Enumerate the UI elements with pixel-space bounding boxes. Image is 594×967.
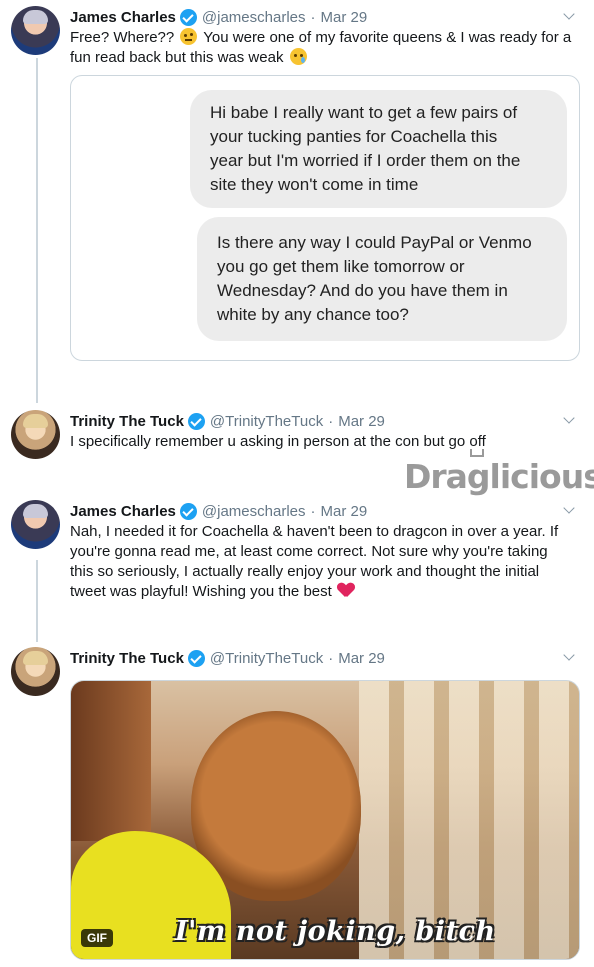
face-with-raised-eyebrow-emoji [180,28,198,45]
separator: · [310,8,316,26]
quoted-screenshot[interactable]: Hi babe I really want to get a few pairs… [70,75,580,361]
gif-badge: GIF [81,929,113,947]
author-handle[interactable]: @TrinityTheTuck [210,413,323,430]
tweet-4[interactable]: Trinity The Tuck @TrinityTheTuck · Mar 2… [0,647,594,696]
message-bubble-1: Hi babe I really want to get a few pairs… [190,90,567,208]
gif-person-left [71,681,151,841]
tweet-text: I specifically remember u asking in pers… [70,433,486,450]
tweet-text: Free? Where?? You were one of my favorit… [70,28,580,68]
tweet-header: James Charles @jamescharles · Mar 29 [70,6,367,28]
avatar-james-charles[interactable] [11,500,60,549]
gif-media[interactable]: GIF I'm not joking, bitch [70,680,580,960]
separator: · [310,502,316,520]
crown-icon [470,449,484,457]
avatar-james-charles[interactable] [11,6,60,55]
author-handle[interactable]: @TrinityTheTuck [210,650,323,667]
chevron-down-icon[interactable] [562,8,578,24]
watermark-logo: Draglicious [404,449,594,496]
red-heart-emoji [338,583,354,598]
message-bubble-2: Is there any way I could PayPal or Venmo… [197,217,567,341]
author-name[interactable]: James Charles [70,9,176,26]
message-line: site they won't come in time [210,175,419,194]
crying-face-emoji [289,48,307,65]
verified-badge-icon [179,8,197,26]
avatar-trinity-the-tuck[interactable] [11,647,60,696]
tweet-text-line: tweet was playful! Wishing you the best [70,583,336,600]
chevron-down-icon[interactable] [562,412,578,428]
verified-badge-icon [179,502,197,520]
gif-caption: I'm not joking, bitch [175,916,496,947]
chevron-down-icon[interactable] [562,502,578,518]
tweet-date[interactable]: Mar 29 [338,413,385,430]
tweet-date[interactable]: Mar 29 [321,503,368,520]
message-line: Is there any way I could PayPal or Venmo [217,233,532,252]
message-line: Wednesday? And do you have them in [217,281,508,300]
tweet-header: Trinity The Tuck @TrinityTheTuck · Mar 2… [70,410,385,432]
tweet-text-line: Nah, I needed it for Coachella & haven't… [70,523,559,540]
tweet-text-part: Free? Where?? [70,29,179,46]
author-name[interactable]: James Charles [70,503,176,520]
message-line: white by any chance too? [217,305,409,324]
author-handle[interactable]: @jamescharles [202,9,306,26]
verified-badge-icon [187,649,205,667]
message-line: year but I'm worried if I order them on … [210,151,521,170]
separator: · [328,649,334,667]
verified-badge-icon [187,412,205,430]
tweet-text-line: you're gonna read me, at least come corr… [70,543,548,560]
separator: · [328,412,334,430]
author-name[interactable]: Trinity The Tuck [70,650,184,667]
message-line: you go get them like tomorrow or [217,257,465,276]
tweet-3[interactable]: James Charles @jamescharles · Mar 29 Nah… [0,500,594,610]
author-handle[interactable]: @jamescharles [202,503,306,520]
author-name[interactable]: Trinity The Tuck [70,413,184,430]
tweet-header: Trinity The Tuck @TrinityTheTuck · Mar 2… [70,647,385,669]
tweet-text-line: this so seriously, I actually really enj… [70,563,540,580]
tweet-date[interactable]: Mar 29 [338,650,385,667]
tweet-text-part: You were one of my favorite queens & I w… [199,29,572,46]
tweet-text: Nah, I needed it for Coachella & haven't… [70,522,580,602]
tweet-date[interactable]: Mar 29 [321,9,368,26]
chevron-down-icon[interactable] [562,649,578,665]
watermark-text: Draglicious [404,457,594,496]
tweet-text-part: fun read back but this was weak [70,49,288,66]
tweet-header: James Charles @jamescharles · Mar 29 [70,500,367,522]
message-line: your tucking panties for Coachella this [210,127,498,146]
avatar-trinity-the-tuck[interactable] [11,410,60,459]
message-line: Hi babe I really want to get a few pairs… [210,103,518,122]
